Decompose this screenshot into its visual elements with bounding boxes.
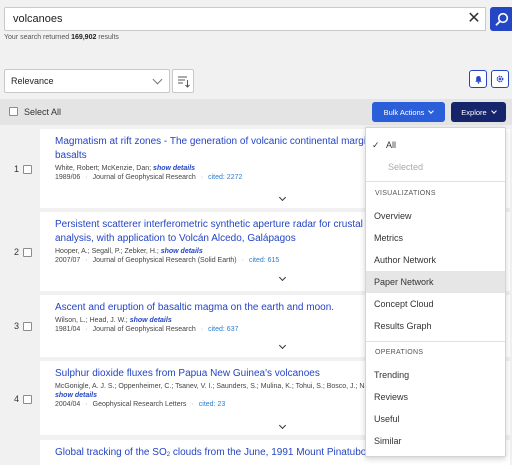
menu-item-author-network[interactable]: Author Network bbox=[366, 249, 505, 271]
search-icon bbox=[495, 12, 509, 26]
show-details-link[interactable]: show details bbox=[161, 248, 203, 255]
sort-order-icon bbox=[178, 76, 190, 88]
sort-order-button[interactable] bbox=[172, 69, 194, 93]
result-index: 3 bbox=[14, 321, 20, 331]
cited-count[interactable]: cited: 637 bbox=[208, 326, 238, 333]
settings-button[interactable] bbox=[491, 70, 509, 88]
chevron-down-icon[interactable] bbox=[278, 421, 287, 430]
cited-count[interactable]: cited: 2272 bbox=[208, 174, 242, 181]
cited-count[interactable]: cited: 615 bbox=[249, 257, 279, 264]
chevron-down-icon bbox=[152, 74, 163, 85]
sort-select-value: Relevance bbox=[11, 76, 54, 86]
menu-header-visualizations: VISUALIZATIONS bbox=[375, 190, 436, 197]
chevron-down-icon[interactable] bbox=[278, 341, 287, 350]
menu-item-trending[interactable]: Trending bbox=[366, 364, 505, 386]
result-index: 2 bbox=[14, 247, 20, 257]
notification-button[interactable] bbox=[469, 70, 487, 88]
menu-item-similar[interactable]: Similar bbox=[366, 430, 505, 452]
menu-divider bbox=[366, 181, 505, 182]
result-meta: 1989/06 · Journal of Geophysical Research ·… bbox=[55, 174, 243, 181]
menu-item-overview[interactable]: Overview bbox=[366, 205, 505, 227]
result-checkbox[interactable] bbox=[23, 165, 32, 174]
chevron-down-icon[interactable] bbox=[278, 273, 287, 282]
result-meta: 1981/04 · Journal of Geophysical Research ·… bbox=[55, 326, 239, 333]
menu-item-paper-network[interactable]: Paper Network bbox=[366, 271, 505, 293]
result-title[interactable]: Ascent and eruption of basaltic magma on… bbox=[55, 301, 370, 315]
search-button[interactable] bbox=[490, 7, 512, 31]
menu-item-selected: Selected bbox=[388, 162, 424, 172]
result-title[interactable]: Magmatism at rift zones - The generation… bbox=[55, 135, 370, 163]
menu-item-concept-cloud[interactable]: Concept Cloud bbox=[366, 293, 505, 315]
result-title[interactable]: Sulphur dioxide fluxes from Papua New Gu… bbox=[55, 367, 370, 381]
sort-select[interactable]: Relevance bbox=[4, 69, 170, 93]
result-index: 1 bbox=[14, 164, 20, 174]
result-authors: Hooper, A.; Segall, P.; Zebker, H.; show… bbox=[55, 248, 203, 255]
menu-item-reviews[interactable]: Reviews bbox=[366, 386, 505, 408]
bulk-actions-label: Bulk Actions bbox=[383, 107, 425, 117]
result-title[interactable]: Persistent scatterer interferometric syn… bbox=[55, 218, 371, 246]
gear-icon bbox=[496, 75, 504, 83]
checkmark-icon: ✓ bbox=[372, 140, 380, 150]
cited-count[interactable]: cited: 23 bbox=[199, 401, 225, 408]
chevron-down-icon[interactable] bbox=[278, 193, 287, 202]
bulk-actions-button[interactable]: Bulk Actions bbox=[372, 102, 445, 122]
result-authors: McGonigle, A. J. S.; Oppenheimer, C.; Ts… bbox=[55, 383, 464, 390]
menu-item-all[interactable]: ✓ All bbox=[366, 134, 505, 156]
search-bar: ✕ bbox=[4, 7, 512, 31]
explore-label: Explore bbox=[461, 107, 487, 117]
result-count: Your search returned 169,902 results bbox=[4, 34, 119, 41]
result-checkbox[interactable] bbox=[23, 248, 32, 257]
result-checkbox[interactable] bbox=[23, 322, 32, 331]
chevron-down-icon bbox=[490, 108, 497, 114]
show-details-link[interactable]: show details bbox=[130, 317, 172, 324]
explore-menu: ✓ All Selected VISUALIZATIONS Overview M… bbox=[365, 127, 506, 457]
result-meta: 2007/07 · Journal of Geophysical Research … bbox=[55, 257, 280, 264]
bell-icon bbox=[474, 75, 482, 84]
show-details-link[interactable]: show details bbox=[55, 392, 97, 399]
search-input[interactable] bbox=[4, 7, 486, 31]
menu-divider bbox=[366, 341, 505, 342]
result-authors: Wilson, L.; Head, J. W.; show details bbox=[55, 317, 172, 324]
select-all-bar: Select All Bulk Actions Explore bbox=[0, 99, 512, 125]
menu-item-useful[interactable]: Useful bbox=[366, 408, 505, 430]
select-all-label: Select All bbox=[24, 107, 62, 117]
result-title[interactable]: Global tracking of the SO2 clouds from t… bbox=[55, 446, 410, 462]
menu-item-metrics[interactable]: Metrics bbox=[366, 227, 505, 249]
show-details-link[interactable]: show details bbox=[153, 165, 195, 172]
result-authors: White, Robert; McKenzie, Dan; show detai… bbox=[55, 165, 196, 172]
result-checkbox[interactable] bbox=[23, 395, 32, 404]
select-all-checkbox[interactable] bbox=[9, 107, 18, 116]
explore-button[interactable]: Explore bbox=[451, 102, 506, 122]
menu-header-operations: OPERATIONS bbox=[375, 349, 424, 356]
close-icon[interactable]: ✕ bbox=[466, 11, 482, 27]
chevron-down-icon bbox=[428, 108, 435, 114]
result-index: 4 bbox=[14, 394, 20, 404]
menu-item-results-graph[interactable]: Results Graph bbox=[366, 315, 505, 337]
result-meta: 2004/04 · Geophysical Research Letters · cit… bbox=[55, 401, 226, 408]
